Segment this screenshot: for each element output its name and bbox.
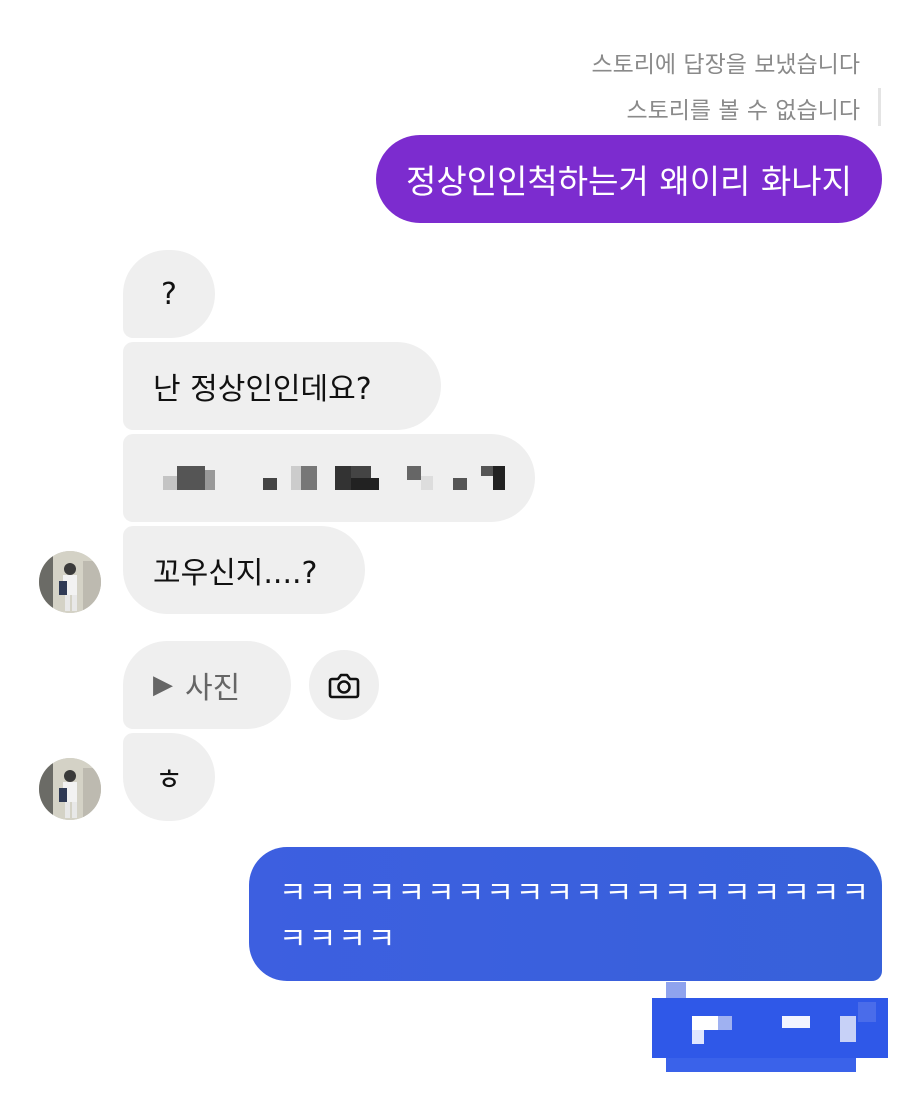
received-message-text: ? bbox=[161, 276, 177, 312]
camera-reply-button[interactable] bbox=[309, 650, 379, 720]
camera-icon bbox=[328, 673, 360, 699]
received-message-bubble[interactable]: ㅎ bbox=[123, 733, 215, 821]
sent-message-bubble[interactable]: ㅋㅋㅋㅋㅋㅋㅋㅋㅋㅋㅋㅋㅋㅋㅋㅋㅋㅋㅋㅋ ㅋㅋㅋㅋ bbox=[249, 847, 882, 981]
sent-message-text-line: ㅋㅋㅋㅋㅋㅋㅋㅋㅋㅋㅋㅋㅋㅋㅋㅋㅋㅋㅋㅋ bbox=[279, 876, 871, 911]
received-message-bubble[interactable]: 난 정상인인데요? bbox=[123, 342, 441, 430]
sent-message-text-line: ㅋㅋㅋㅋ bbox=[279, 922, 398, 957]
received-message-bubble-redacted[interactable] bbox=[123, 434, 535, 522]
sender-avatar[interactable] bbox=[39, 758, 101, 820]
redacted-text-pixelation bbox=[163, 466, 505, 490]
story-reference-bar bbox=[878, 88, 881, 126]
story-reply-notice: 스토리에 답장을 보냈습니다 bbox=[591, 52, 860, 78]
avatar-photo bbox=[39, 758, 101, 820]
received-message-text: ㅎ bbox=[155, 763, 183, 798]
received-photo-message[interactable]: ▶ 사진 bbox=[123, 641, 291, 729]
story-unavailable-notice[interactable]: 스토리를 볼 수 없습니다 bbox=[626, 91, 860, 125]
received-message-bubble[interactable]: ? bbox=[123, 250, 215, 338]
photo-label: 사진 bbox=[185, 671, 241, 706]
received-message-text: 꼬우신지....? bbox=[153, 556, 318, 591]
sent-message-bubble[interactable]: 정상인인척하는거 왜이리 화나지 bbox=[375, 135, 882, 223]
avatar-photo bbox=[39, 551, 101, 613]
sent-message-text: 정상인인척하는거 왜이리 화나지 bbox=[405, 162, 852, 201]
play-icon: ▶ bbox=[153, 670, 173, 700]
sender-avatar[interactable] bbox=[39, 551, 101, 613]
redacted-sent-message-pixelation[interactable] bbox=[652, 982, 888, 1074]
received-message-text: 난 정상인인데요? bbox=[153, 372, 372, 407]
received-message-bubble[interactable]: 꼬우신지....? bbox=[123, 526, 365, 614]
